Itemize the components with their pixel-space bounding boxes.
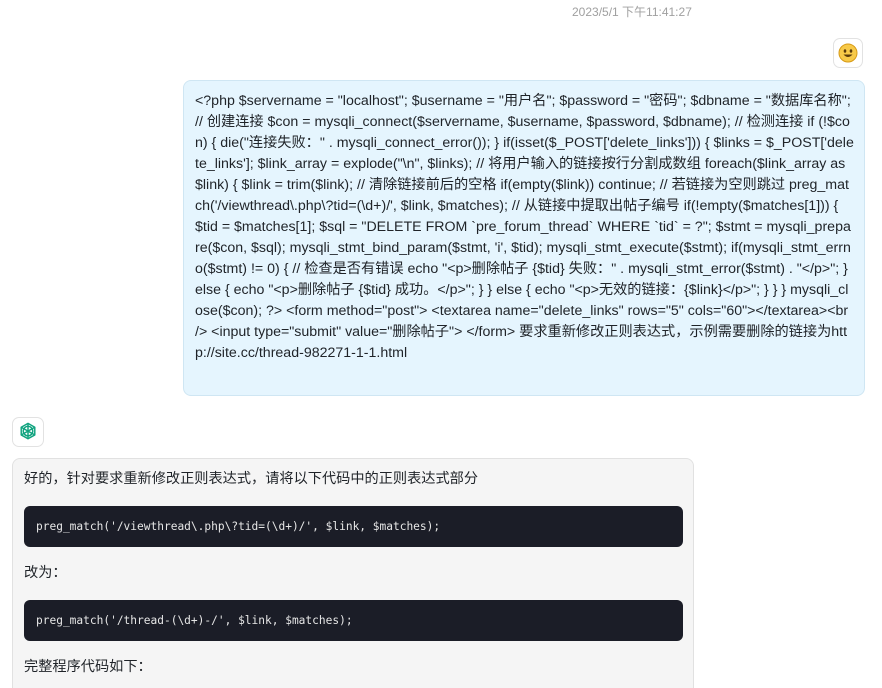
message-timestamp: 2023/5/1 下午11:41:27	[572, 5, 692, 19]
assistant-avatar	[12, 417, 44, 447]
assistant-full-code-label: 完整程序代码如下：	[24, 659, 152, 675]
code-block-updated[interactable]: preg_match('/thread-(\d+)-/', $link, $ma…	[24, 600, 683, 641]
chat-page: 2023/5/1 下午11:41:27 <?php $servername = …	[0, 0, 882, 688]
assistant-message-bubble: 好的，针对要求重新修改正则表达式，请将以下代码中的正则表达式部分 preg_ma…	[12, 458, 694, 688]
openai-logo-icon	[20, 422, 36, 440]
user-message-bubble: <?php $servername = "localhost"; $userna…	[183, 80, 865, 396]
smiley-face-icon	[838, 43, 858, 63]
user-avatar	[833, 38, 863, 68]
assistant-change-to-text: 改为：	[24, 565, 67, 581]
assistant-intro-text: 好的，针对要求重新修改正则表达式，请将以下代码中的正则表达式部分	[24, 471, 479, 487]
code-original-text: preg_match('/viewthread\.php\?tid=(\d+)/…	[36, 520, 441, 533]
code-updated-text: preg_match('/thread-(\d+)-/', $link, $ma…	[36, 614, 353, 627]
code-block-original[interactable]: preg_match('/viewthread\.php\?tid=(\d+)/…	[24, 506, 683, 547]
